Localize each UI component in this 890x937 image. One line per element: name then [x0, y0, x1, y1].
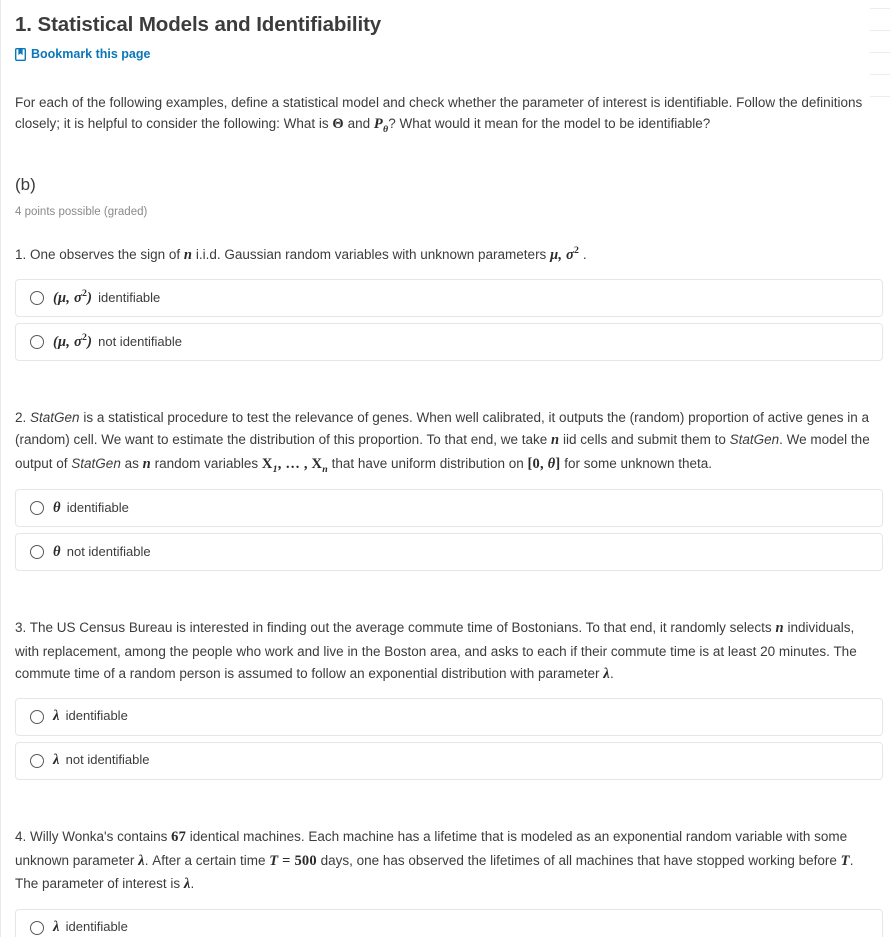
- lambda-symbol: λ: [53, 708, 60, 725]
- radio-icon[interactable]: [30, 291, 44, 306]
- radio-icon[interactable]: [30, 754, 44, 769]
- statgen-name: StatGen: [30, 410, 80, 426]
- q1-mid: i.i.d. Gaussian random variables with un…: [192, 246, 551, 262]
- instructions-part3: ? What would it mean for the model to be…: [388, 116, 711, 132]
- instructions-part2: and: [343, 116, 374, 132]
- rail-divider: [870, 52, 890, 53]
- option-label: θ identifiable: [53, 498, 129, 520]
- problem-page: 1. Statistical Models and Identifiabilit…: [0, 0, 890, 937]
- problem-content: 1. Statistical Models and Identifiabilit…: [1, 0, 885, 937]
- options-group-3: λ identifiable λ not identifiable: [15, 698, 883, 781]
- options-group-4: λidentifiable λnot identifiable: [15, 908, 883, 937]
- q4-number: 4.: [15, 829, 27, 845]
- lambda-symbol: λ: [53, 752, 60, 769]
- option-4-identifiable[interactable]: λ identifiable: [15, 908, 883, 937]
- option-text: identifiable: [98, 289, 161, 305]
- option-label: λ not identifiable: [53, 750, 149, 772]
- q1-before: One observes the sign of: [30, 246, 184, 262]
- question-text-1: 1. One observes the sign of n i.i.d. Gau…: [15, 243, 877, 267]
- question-block-3: 3. The US Census Bureau is interested in…: [15, 617, 883, 781]
- rail-divider: [870, 30, 890, 31]
- option-label: θ not identifiable: [53, 542, 151, 564]
- option-label: (μ, σ2) not identifiable: [53, 331, 182, 354]
- option-label: λ identifiable: [53, 917, 128, 937]
- q1-number: 1.: [15, 246, 27, 262]
- option-1-identifiable[interactable]: (μ, σ2) identifiable: [15, 279, 883, 318]
- rail-divider: [870, 74, 890, 75]
- statgen-name: StatGen: [729, 432, 780, 448]
- option-label: λ identifiable: [53, 706, 128, 728]
- bookmark-this-page-button[interactable]: Bookmark this page: [15, 45, 150, 64]
- option-1-not-identifiable[interactable]: (μ, σ2) not identifiable: [15, 323, 883, 362]
- lambda-symbol: λ: [53, 918, 60, 935]
- n-symbol: n: [551, 432, 560, 449]
- option-text: not identifiable: [98, 333, 182, 349]
- mu-sigma-symbol: μ, σ2: [550, 244, 580, 263]
- option-text: not identifiable: [65, 752, 150, 768]
- radio-icon[interactable]: [30, 501, 44, 516]
- statgen-name: StatGen: [71, 455, 121, 471]
- points-possible: 4 points possible (graded): [15, 205, 148, 218]
- n-symbol: n: [183, 246, 193, 263]
- bookmark-icon: [15, 47, 26, 61]
- section-label: (b): [15, 175, 36, 195]
- lambda-symbol: λ: [603, 665, 610, 682]
- time-threshold-symbol: T: [840, 852, 850, 869]
- n-symbol: n: [142, 455, 151, 472]
- lambda-symbol: λ: [138, 852, 145, 869]
- question-block-4: 4. Willy Wonka's contains 67 identical m…: [15, 826, 883, 937]
- options-group-2: θ identifiable θ not identifiable: [15, 489, 883, 572]
- option-2-identifiable[interactable]: θ identifiable: [15, 489, 883, 528]
- option-text: identifiable: [65, 918, 128, 934]
- mu-sigma-symbol: (μ, σ2): [53, 331, 93, 350]
- option-text: identifiable: [66, 499, 129, 515]
- theta-capital-symbol: Θ: [332, 116, 344, 133]
- q2-number: 2.: [15, 410, 27, 426]
- radio-icon[interactable]: [30, 710, 44, 725]
- option-text: not identifiable: [66, 543, 151, 559]
- machine-count-value: 67: [171, 829, 187, 846]
- question-block-1: 1. One observes the sign of n i.i.d. Gau…: [15, 243, 883, 362]
- rail-divider: [870, 8, 890, 9]
- n-symbol: n: [775, 620, 784, 637]
- question-text-4: 4. Willy Wonka's contains 67 identical m…: [15, 829, 854, 893]
- q3-number: 3.: [15, 620, 27, 636]
- option-3-not-identifiable[interactable]: λ not identifiable: [15, 742, 883, 781]
- x-sequence-symbol: X1, … , Xn: [261, 455, 328, 475]
- question-text-2: 2. StatGen is a statistical procedure to…: [15, 410, 870, 475]
- radio-icon[interactable]: [30, 545, 44, 560]
- option-text: identifiable: [65, 708, 128, 724]
- right-sidebar-rail: [864, 0, 890, 120]
- option-2-not-identifiable[interactable]: θ not identifiable: [15, 533, 883, 572]
- interval-symbol: [0, θ]: [527, 455, 561, 472]
- time-threshold-symbol: T = 500: [269, 852, 317, 869]
- bookmark-label: Bookmark this page: [31, 46, 151, 61]
- question-block-2: 2. StatGen is a statistical procedure to…: [15, 407, 883, 572]
- option-3-identifiable[interactable]: λ identifiable: [15, 698, 883, 737]
- p-theta-symbol: Pθ: [373, 116, 389, 136]
- rail-divider: [870, 96, 890, 97]
- theta-symbol: θ: [53, 499, 61, 516]
- theta-symbol: θ: [53, 543, 61, 560]
- mu-sigma-symbol: (μ, σ2): [53, 287, 93, 306]
- radio-icon[interactable]: [30, 335, 44, 350]
- radio-icon[interactable]: [30, 920, 44, 935]
- page-title: 1. Statistical Models and Identifiabilit…: [15, 13, 382, 36]
- lambda-symbol: λ: [183, 876, 191, 893]
- options-group-1: (μ, σ2) identifiable (μ, σ2) not identifia…: [15, 279, 883, 362]
- instructions-paragraph: For each of the following examples, defi…: [15, 92, 877, 139]
- option-label: (μ, σ2) identifiable: [53, 287, 160, 310]
- q1-after: .: [579, 246, 587, 262]
- question-text-3: 3. The US Census Bureau is interested in…: [15, 620, 857, 682]
